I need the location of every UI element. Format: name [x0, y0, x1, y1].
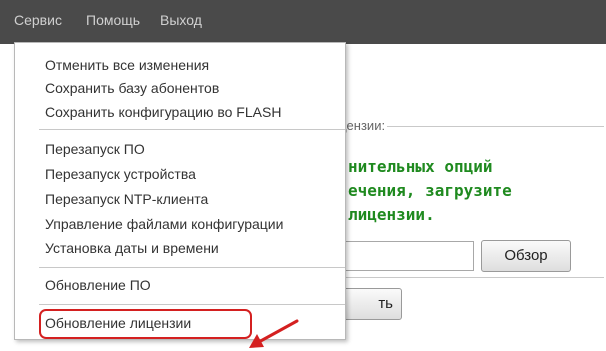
menu-exit[interactable]: Выход [160, 12, 202, 28]
menu-item-set-datetime[interactable]: Установка даты и времени [45, 240, 219, 256]
menu-help[interactable]: Помощь [86, 12, 140, 28]
red-arrow-icon [249, 319, 299, 348]
menu-item-revert-changes[interactable]: Отменить все изменения [45, 57, 209, 73]
menu-item-restart-device[interactable]: Перезапуск устройства [45, 166, 196, 182]
browse-button[interactable]: Обзор [481, 240, 571, 272]
top-menu-bar: Сервис Помощь Выход [0, 0, 606, 44]
menu-separator [39, 129, 345, 130]
menu-item-software-update[interactable]: Обновление ПО [45, 277, 151, 293]
license-update-highlight [39, 309, 252, 339]
license-file-input[interactable] [340, 241, 474, 271]
menu-item-save-subscribers[interactable]: Сохранить базу абонентов [45, 80, 219, 96]
menu-separator [39, 267, 345, 268]
license-message-line-1: нительных опций [348, 157, 493, 176]
license-message-line-2: ечения, загрузите [348, 181, 512, 200]
menu-item-save-config-flash[interactable]: Сохранить конфигурацию во FLASH [45, 104, 281, 120]
menu-item-restart-ntp[interactable]: Перезапуск NTP-клиента [45, 191, 208, 207]
menu-item-config-files[interactable]: Управление файлами конфигурации [45, 216, 283, 232]
menu-item-restart-software[interactable]: Перезапуск ПО [45, 141, 145, 157]
license-message-line-3: лицензии. [348, 205, 435, 224]
service-dropdown-menu: Отменить все изменения Сохранить базу аб… [14, 42, 346, 348]
menu-service[interactable]: Сервис [14, 12, 62, 28]
menu-separator [39, 304, 345, 305]
